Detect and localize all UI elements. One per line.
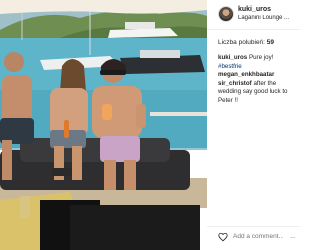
comment-author[interactable]: sir_christof (218, 80, 252, 87)
post-header: kuki_uros Laganini Lounge ... (207, 0, 300, 29)
likes-label: Liczba polubień: (218, 39, 265, 46)
photo-illustration (0, 0, 207, 250)
comment-item: sir_christof after the wedding say good … (218, 80, 298, 106)
comment-text: Pure joy! (248, 54, 274, 61)
post-side-panel: kuki_uros Laganini Lounge ... Liczba pol… (207, 0, 300, 250)
comment-item: megan_enkhbaatar (218, 71, 298, 80)
instagram-post: kuki_uros Laganini Lounge ... Liczba pol… (0, 0, 300, 250)
comments-list: kuki_uros Pure joy! #bestfrie megan_enkh… (218, 54, 298, 105)
header-divider (207, 29, 300, 30)
heart-icon[interactable] (218, 232, 228, 242)
comment-item: kuki_uros Pure joy! #bestfrie (218, 54, 298, 71)
avatar[interactable] (218, 6, 234, 22)
post-username[interactable]: kuki_uros (238, 6, 271, 13)
post-photo[interactable] (0, 0, 207, 250)
add-comment-input[interactable] (233, 233, 283, 240)
comment-author[interactable]: kuki_uros (218, 54, 247, 61)
post-location[interactable]: Laganini Lounge ... (238, 15, 298, 21)
comment-hashtag[interactable]: #bestfrie (218, 63, 242, 70)
more-options-icon[interactable]: ... (290, 232, 296, 240)
comment-author[interactable]: megan_enkhbaatar (218, 71, 274, 78)
likes-count[interactable]: Liczba polubień: 59 (218, 39, 274, 46)
likes-number: 59 (266, 39, 275, 46)
footer-divider (207, 226, 300, 227)
